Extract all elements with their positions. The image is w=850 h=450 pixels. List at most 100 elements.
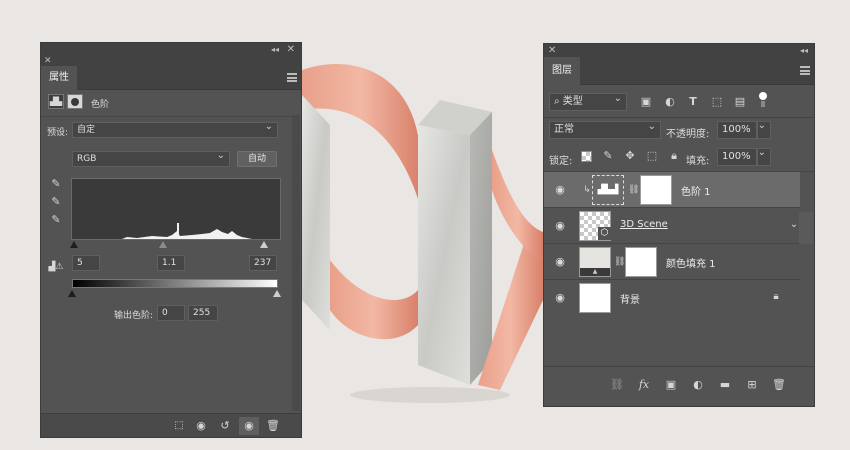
properties-footer: ⬚ ◉ ↺ ◉ 🗑 (41, 413, 301, 437)
add-mask-icon[interactable]: ▣ (664, 379, 678, 391)
lock-all-icon[interactable]: 🔒︎ (668, 150, 680, 162)
output-black-slider[interactable] (68, 290, 76, 297)
close-icon[interactable]: ✕ (548, 44, 556, 57)
layer-row[interactable]: ◉ 背景 🔒︎ (544, 280, 800, 316)
group-icon[interactable]: ▬ (718, 379, 732, 391)
panel-menu-icon[interactable] (287, 73, 297, 82)
search-icon: ⌕ (554, 96, 560, 107)
black-eyedropper-icon[interactable]: ✎ (49, 178, 63, 190)
output-label: 输出色阶: (114, 311, 154, 321)
fill-dropdown[interactable] (757, 146, 771, 166)
layer-name[interactable]: 颜色填充 1 (666, 255, 716, 270)
levels-icon: ▟▙▟ (592, 175, 624, 205)
visibility-icon[interactable]: ◉ (553, 184, 567, 196)
layer-name[interactable]: 背景 (620, 291, 640, 306)
adjustment-header-icons: ▟▙ (48, 94, 86, 110)
adjustment-title: 色阶 (91, 100, 110, 110)
layer-mask-thumbnail[interactable] (625, 247, 657, 277)
marble-column-front (418, 125, 470, 385)
clipping-warning-icon[interactable]: ▟⚠ (45, 261, 67, 273)
fill-field[interactable]: 100% (717, 148, 757, 166)
layer-name[interactable]: 3D Scene (620, 219, 668, 230)
lock-position-icon[interactable]: ✥ (624, 150, 636, 162)
view-previous-icon[interactable]: ◉ (193, 420, 209, 432)
visibility-icon[interactable]: ◉ (553, 220, 567, 232)
layers-footer: ⛓︎ fx ▣ ◐ ▬ ⊞ 🗑 (544, 366, 814, 406)
trash-icon[interactable]: 🗑 (772, 379, 786, 391)
collapse-icon[interactable]: ◂◂ (800, 44, 808, 57)
type-filter-icon[interactable]: T (686, 96, 700, 108)
white-eyedropper-icon[interactable]: ✎ (49, 214, 63, 226)
lock-pixels-icon[interactable]: ✎ (602, 150, 614, 162)
copper-ribbon-lower (330, 260, 418, 340)
shape-filter-icon[interactable]: ⬚ (710, 96, 724, 108)
image-filter-icon[interactable]: ▣ (639, 96, 653, 108)
copper-ribbon-right-top (492, 150, 543, 262)
mask-icon[interactable] (67, 94, 83, 109)
input-black-field[interactable]: 5 (72, 255, 100, 271)
layer-list: ◉ ↳ ▟▙▟ ⛓︎ 色阶 1 ◉ ⬡ 3D Scene ⌄ ◉ ▲ ⛓︎ 颜色… (544, 172, 800, 372)
new-adjustment-icon[interactable]: ◐ (691, 379, 705, 391)
adjustment-filter-icon[interactable]: ◐ (663, 96, 677, 108)
lock-icon: 🔒︎ (773, 291, 779, 302)
layers-scrollbar[interactable] (799, 212, 813, 244)
input-gamma-field[interactable]: 1.1 (157, 255, 185, 271)
fill-label: 填充: (686, 156, 710, 167)
blend-mode-value: 正常 (554, 124, 574, 135)
close-icon[interactable]: ✕ (287, 43, 295, 56)
reset-icon[interactable]: ↺ (217, 420, 233, 432)
preset-value: 自定 (77, 125, 96, 135)
layers-titlebar: ✕ ◂◂ (544, 44, 814, 57)
floor-shadow (350, 387, 510, 403)
input-white-slider[interactable] (260, 241, 268, 248)
fx-icon[interactable]: fx (636, 379, 652, 391)
layer-mask-thumbnail[interactable] (640, 175, 672, 205)
output-white-slider[interactable] (273, 290, 281, 297)
preset-dropdown[interactable]: 自定 (72, 120, 278, 138)
filter-toggle-icon[interactable] (757, 92, 769, 107)
channel-dropdown[interactable]: RGB (72, 149, 230, 167)
output-white-field[interactable]: 255 (188, 305, 218, 321)
output-black-field[interactable]: 0 (157, 305, 185, 321)
lock-transparent-icon[interactable] (581, 151, 592, 162)
new-layer-icon[interactable]: ⊞ (745, 379, 759, 391)
filter-kind-dropdown[interactable]: ⌕ 类型 (549, 91, 627, 111)
close-tab-icon[interactable]: ✕ (44, 56, 52, 66)
levels-icon[interactable]: ▟▙ (48, 94, 64, 109)
layer-row[interactable]: ◉ ⬡ 3D Scene ⌄ (544, 208, 800, 244)
histogram (71, 178, 281, 240)
tab-properties[interactable]: 属性 (41, 66, 77, 90)
tab-layers[interactable]: 图层 (544, 57, 580, 85)
link-icon[interactable]: ⛓︎ (614, 256, 625, 268)
auto-button[interactable]: 自动 (237, 151, 277, 167)
opacity-field[interactable]: 100% (717, 121, 757, 139)
trash-icon[interactable]: 🗑 (265, 420, 281, 432)
layers-tabrow: 图层 (544, 57, 814, 85)
lock-label: 锁定: (549, 156, 573, 167)
visibility-icon[interactable]: ◉ (239, 417, 259, 435)
layer-name[interactable]: 色阶 1 (681, 183, 711, 198)
lock-artboard-icon[interactable]: ⬚ (646, 150, 658, 162)
link-icon[interactable]: ⛓︎ (610, 379, 624, 391)
divider (41, 116, 293, 117)
collapse-icon[interactable]: ◂◂ (271, 43, 279, 56)
opacity-dropdown[interactable] (757, 119, 771, 139)
clip-to-layer-icon[interactable]: ⬚ (171, 420, 187, 432)
marble-column-left (302, 95, 330, 330)
gray-eyedropper-icon[interactable]: ✎ (49, 196, 63, 208)
layer-row[interactable]: ◉ ▲ ⛓︎ 颜色填充 1 (544, 244, 800, 280)
input-gamma-slider[interactable] (159, 241, 167, 248)
input-white-field[interactable]: 237 (249, 255, 277, 271)
smart-object-filter-icon[interactable]: ▤ (733, 96, 747, 108)
input-black-slider[interactable] (70, 241, 78, 248)
link-icon[interactable]: ⛓︎ (628, 184, 639, 196)
properties-scrollbar[interactable] (292, 115, 300, 411)
divider (544, 117, 814, 118)
visibility-icon[interactable]: ◉ (553, 256, 567, 268)
fill-thumbnail: ▲ (579, 247, 611, 277)
panel-menu-icon[interactable] (800, 66, 810, 75)
blend-mode-dropdown[interactable]: 正常 (549, 119, 661, 139)
visibility-icon[interactable]: ◉ (553, 292, 567, 304)
layer-row[interactable]: ◉ ↳ ▟▙▟ ⛓︎ 色阶 1 (544, 172, 800, 208)
layer-thumbnail (579, 283, 611, 313)
